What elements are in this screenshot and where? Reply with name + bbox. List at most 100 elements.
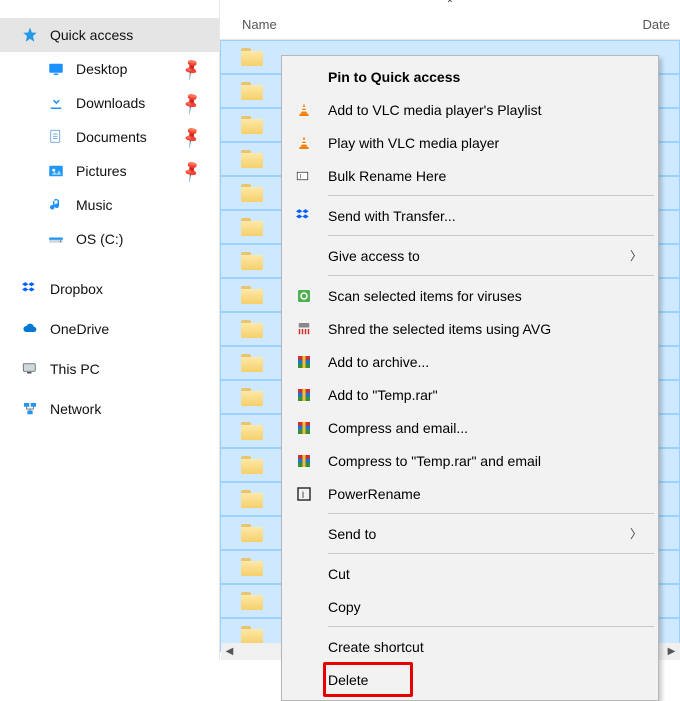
menu-item-compress-and-email[interactable]: Compress and email... bbox=[284, 411, 656, 444]
menu-item-play-with-vlc-media-player[interactable]: Play with VLC media player bbox=[284, 126, 656, 159]
folder-icon bbox=[241, 218, 263, 236]
sidebar-item-desktop[interactable]: Desktop📌 bbox=[0, 52, 219, 86]
menu-item-label: Add to VLC media player's Playlist bbox=[328, 102, 542, 118]
sidebar-item-label: Pictures bbox=[76, 163, 127, 179]
folder-icon bbox=[241, 252, 263, 270]
winrar-icon bbox=[292, 383, 316, 407]
collapse-caret-icon[interactable]: ⌃ bbox=[220, 0, 680, 10]
menu-separator bbox=[328, 553, 654, 554]
folder-icon bbox=[241, 490, 263, 508]
folder-icon bbox=[241, 320, 263, 338]
sidebar-item-os-c-[interactable]: OS (C:) bbox=[0, 222, 219, 256]
pictures-icon bbox=[46, 161, 66, 181]
menu-item-label: Scan selected items for viruses bbox=[328, 288, 522, 304]
scan-icon bbox=[292, 284, 316, 308]
menu-item-cut[interactable]: Cut bbox=[284, 557, 656, 590]
folder-icon bbox=[241, 456, 263, 474]
onedrive-icon bbox=[20, 319, 40, 339]
scroll-left-icon[interactable]: ◀ bbox=[221, 643, 238, 660]
menu-item-scan-selected-items-for-viruses[interactable]: Scan selected items for viruses bbox=[284, 279, 656, 312]
folder-icon bbox=[241, 422, 263, 440]
menu-item-delete[interactable]: Delete bbox=[284, 663, 656, 696]
folder-icon bbox=[241, 48, 263, 66]
menu-item-add-to-temp-rar[interactable]: Add to "Temp.rar" bbox=[284, 378, 656, 411]
sidebar-item-label: Documents bbox=[76, 129, 147, 145]
sidebar-item-documents[interactable]: Documents 📌 bbox=[0, 120, 219, 154]
sidebar-item-music[interactable]: Music bbox=[0, 188, 219, 222]
sidebar-item-network[interactable]: Network bbox=[0, 392, 219, 426]
sidebar-item-onedrive[interactable]: OneDrive bbox=[0, 312, 219, 346]
folder-icon bbox=[241, 592, 263, 610]
menu-item-compress-to-temp-rar-and-email[interactable]: Compress to "Temp.rar" and email bbox=[284, 444, 656, 477]
sidebar-item-this-pc[interactable]: This PC bbox=[0, 352, 219, 386]
sidebar-item-label: Desktop bbox=[76, 61, 127, 77]
menu-item-label: Cut bbox=[328, 566, 350, 582]
folder-icon bbox=[241, 354, 263, 372]
folder-icon bbox=[241, 286, 263, 304]
sidebar-item-label: This PC bbox=[50, 361, 100, 377]
desktop-icon bbox=[46, 59, 66, 79]
menu-separator bbox=[328, 195, 654, 196]
pin-icon: 📌 bbox=[179, 90, 205, 115]
sidebar-item-label: Dropbox bbox=[50, 281, 103, 297]
menu-item-pin-to-quick-access[interactable]: Pin to Quick access bbox=[284, 60, 656, 93]
menu-item-bulk-rename-here[interactable]: I Bulk Rename Here bbox=[284, 159, 656, 192]
menu-item-label: Compress to "Temp.rar" and email bbox=[328, 453, 541, 469]
menu-item-label: Pin to Quick access bbox=[328, 69, 460, 85]
thispc-icon bbox=[20, 359, 40, 379]
menu-item-label: Bulk Rename Here bbox=[328, 168, 446, 184]
shred-icon bbox=[292, 317, 316, 341]
sidebar-item-label: Quick access bbox=[50, 27, 133, 43]
menu-item-label: Compress and email... bbox=[328, 420, 468, 436]
menu-item-label: PowerRename bbox=[328, 486, 421, 502]
scroll-right-icon[interactable]: ▶ bbox=[663, 643, 680, 660]
folder-icon bbox=[241, 524, 263, 542]
sidebar-item-pictures[interactable]: Pictures 📌 bbox=[0, 154, 219, 188]
menu-item-label: Play with VLC media player bbox=[328, 135, 499, 151]
pin-icon: 📌 bbox=[179, 158, 205, 183]
sidebar-item-quick-access[interactable]: Quick access bbox=[0, 18, 219, 52]
sidebar-item-downloads[interactable]: Downloads 📌 bbox=[0, 86, 219, 120]
menu-item-label: Add to "Temp.rar" bbox=[328, 387, 438, 403]
folder-icon bbox=[241, 150, 263, 168]
sidebar-item-label: Network bbox=[50, 401, 101, 417]
winrar-icon bbox=[292, 449, 316, 473]
winrar-icon bbox=[292, 416, 316, 440]
menu-item-send-to[interactable]: Send to〉 bbox=[284, 517, 656, 550]
folder-icon bbox=[241, 626, 263, 644]
column-header-date[interactable]: Date bbox=[643, 17, 680, 32]
rename-icon: I bbox=[292, 164, 316, 188]
download-icon bbox=[46, 93, 66, 113]
winrar-icon bbox=[292, 350, 316, 374]
sidebar-item-label: Music bbox=[76, 197, 113, 213]
menu-item-label: Copy bbox=[328, 599, 361, 615]
menu-item-add-to-vlc-media-player-s-playlist[interactable]: Add to VLC media player's Playlist bbox=[284, 93, 656, 126]
menu-item-label: Create shortcut bbox=[328, 639, 424, 655]
menu-item-powerrename[interactable]: I PowerRename bbox=[284, 477, 656, 510]
chevron-right-icon: 〉 bbox=[630, 247, 642, 264]
menu-item-copy[interactable]: Copy bbox=[284, 590, 656, 623]
svg-text:I: I bbox=[302, 489, 305, 499]
menu-separator bbox=[328, 626, 654, 627]
chevron-right-icon: 〉 bbox=[630, 525, 642, 542]
menu-item-label: Delete bbox=[328, 672, 368, 688]
menu-item-label: Give access to bbox=[328, 248, 420, 264]
menu-separator bbox=[328, 513, 654, 514]
vlc-icon bbox=[292, 131, 316, 155]
menu-item-label: Add to archive... bbox=[328, 354, 429, 370]
column-header-name[interactable]: Name bbox=[242, 17, 639, 32]
menu-item-create-shortcut[interactable]: Create shortcut bbox=[284, 630, 656, 663]
vlc-icon bbox=[292, 98, 316, 122]
folder-icon bbox=[241, 184, 263, 202]
folder-icon bbox=[241, 82, 263, 100]
drive-icon bbox=[46, 229, 66, 249]
dropbox-icon bbox=[20, 279, 40, 299]
pin-icon: 📌 bbox=[179, 124, 205, 149]
sidebar-item-dropbox[interactable]: Dropbox bbox=[0, 272, 219, 306]
menu-item-give-access-to[interactable]: Give access to 〉 bbox=[284, 239, 656, 272]
menu-item-add-to-archive[interactable]: Add to archive... bbox=[284, 345, 656, 378]
sidebar-item-label: Downloads bbox=[76, 95, 145, 111]
menu-item-shred-the-selected-items-using-avg[interactable]: Shred the selected items using AVG bbox=[284, 312, 656, 345]
menu-item-label: Shred the selected items using AVG bbox=[328, 321, 551, 337]
menu-item-send-with-transfer[interactable]: Send with Transfer... bbox=[284, 199, 656, 232]
